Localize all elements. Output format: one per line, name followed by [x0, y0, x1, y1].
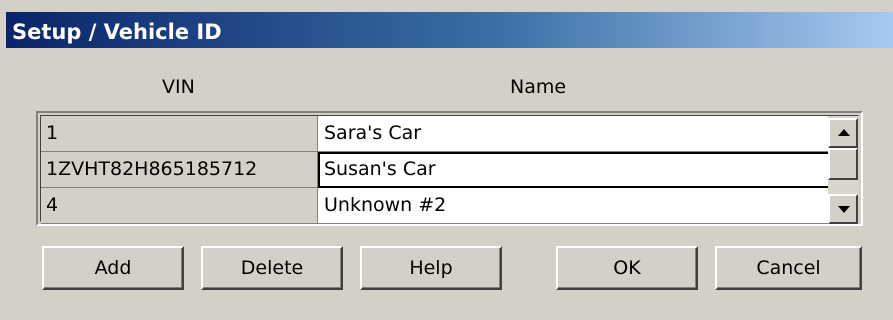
- table-row[interactable]: 1ZVHT82H865185712 Susan's Car: [41, 152, 834, 188]
- column-header-vin: VIN: [162, 76, 195, 98]
- vin-cell[interactable]: 4: [41, 188, 318, 224]
- add-button[interactable]: Add: [42, 246, 184, 290]
- name-cell[interactable]: Unknown #2: [318, 188, 834, 224]
- scroll-down-arrow-icon: [838, 206, 850, 213]
- vertical-scrollbar[interactable]: [828, 116, 858, 224]
- scrollbar-thumb[interactable]: [828, 148, 858, 180]
- title-bar[interactable]: Setup / Vehicle ID: [6, 12, 893, 48]
- name-cell-editor[interactable]: Susan's Car: [318, 152, 834, 188]
- vehicle-id-dialog: Setup / Vehicle ID VIN Name 1 Sara's Car…: [0, 0, 893, 320]
- ok-button[interactable]: OK: [556, 246, 698, 290]
- vehicle-grid-body: 1 Sara's Car 1ZVHT82H865185712 Susan's C…: [40, 115, 859, 224]
- vin-cell[interactable]: 1: [41, 116, 318, 152]
- vehicle-grid: 1 Sara's Car 1ZVHT82H865185712 Susan's C…: [36, 111, 863, 226]
- vin-cell[interactable]: 1ZVHT82H865185712: [41, 152, 318, 188]
- scroll-down-button[interactable]: [828, 194, 858, 224]
- table-row[interactable]: 1 Sara's Car: [41, 116, 834, 152]
- help-button[interactable]: Help: [360, 246, 502, 290]
- cancel-button[interactable]: Cancel: [715, 246, 862, 290]
- table-row[interactable]: 4 Unknown #2: [41, 188, 834, 224]
- column-header-name: Name: [510, 76, 567, 98]
- window-title: Setup / Vehicle ID: [12, 20, 222, 44]
- scroll-up-arrow-icon: [838, 129, 850, 136]
- name-cell[interactable]: Sara's Car: [318, 116, 834, 152]
- delete-button[interactable]: Delete: [201, 246, 343, 290]
- scroll-up-button[interactable]: [828, 118, 858, 148]
